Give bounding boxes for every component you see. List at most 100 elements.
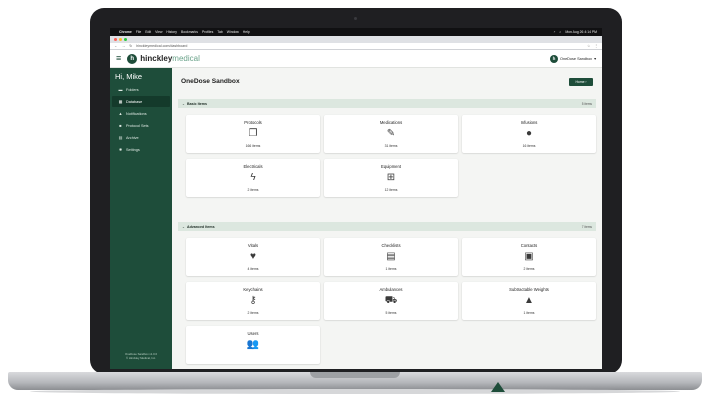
org-name: OneDose Sandbox bbox=[560, 56, 593, 61]
window-close-icon[interactable] bbox=[114, 38, 117, 41]
laptop-shadow bbox=[30, 389, 680, 394]
brand-name: hinckleymedical bbox=[140, 54, 200, 63]
section-count: 5 items bbox=[581, 101, 592, 106]
wifi-icon[interactable]: ◔ bbox=[553, 30, 555, 34]
menubar-item[interactable]: Bookmarks bbox=[181, 30, 198, 34]
card-title: Subtractable Weights bbox=[509, 287, 549, 292]
window-zoom-icon[interactable] bbox=[124, 38, 127, 41]
triangle-marker-icon bbox=[491, 382, 505, 392]
bookmark-star-icon[interactable]: ☆ bbox=[587, 44, 590, 48]
card-infusions[interactable]: Infusions ● 16 items bbox=[462, 115, 596, 153]
window-minimize-icon[interactable] bbox=[119, 38, 122, 41]
chevron-down-icon: ▾ bbox=[594, 57, 596, 61]
reload-icon[interactable]: ↻ bbox=[129, 44, 132, 48]
card-contacts[interactable]: Contacts ▣ 2 items bbox=[462, 238, 596, 276]
sidebar-item-protocol-sets[interactable]: ■ Protocol Sets bbox=[112, 120, 170, 131]
card-title: Protocols bbox=[244, 120, 262, 125]
sidebar-copyright: © Hinckley Medical, Inc. bbox=[126, 356, 156, 361]
chevron-down-icon: ⌄ bbox=[182, 224, 186, 229]
advanced-items-header[interactable]: ⌄ Advanced Items 7 items bbox=[178, 222, 596, 231]
sidebar-item-label: Folders bbox=[126, 87, 139, 92]
section-label: Basic Items bbox=[187, 101, 207, 106]
card-vitals[interactable]: Vitals ♥ 4 items bbox=[186, 238, 320, 276]
card-checklists[interactable]: Checklists ▤ 1 items bbox=[324, 238, 458, 276]
heart-icon: ♥ bbox=[250, 251, 256, 262]
card-title: Contacts bbox=[520, 243, 538, 248]
card-ambulances[interactable]: Ambulances ⛟ 5 items bbox=[324, 282, 458, 320]
card-keychains[interactable]: Keychains ⚷ 2 items bbox=[186, 282, 320, 320]
home-button[interactable]: Home › bbox=[569, 78, 593, 86]
card-title: Equipment bbox=[380, 164, 402, 169]
laptop-base-notch bbox=[310, 372, 400, 378]
card-equipment[interactable]: Equipment ⊞ 12 items bbox=[324, 159, 458, 197]
grid-icon: ■ bbox=[119, 123, 122, 128]
card-title: Checklists bbox=[381, 243, 401, 248]
users-icon: 👥 bbox=[246, 339, 260, 350]
card-electricals[interactable]: Electricals ϟ 2 items bbox=[186, 159, 320, 197]
macos-menubar: Chrome File Edit View History Bookmarks … bbox=[110, 28, 602, 36]
sidebar-item-label: Settings bbox=[126, 147, 140, 152]
card-count: 2 items bbox=[247, 311, 259, 315]
basic-items-header[interactable]: ⌄ Basic Items 5 items bbox=[178, 99, 596, 108]
card-title: Keychains bbox=[243, 287, 263, 292]
browser-menu-icon[interactable]: ⋮ bbox=[594, 44, 598, 48]
app-header: ≡ h hinckleymedical h OneDose Sandbox ▾ bbox=[110, 50, 602, 68]
key-icon: ⚷ bbox=[249, 295, 257, 306]
sidebar-greeting: Hi, Mike bbox=[115, 72, 143, 81]
card-title: Vitals bbox=[247, 243, 259, 248]
search-icon[interactable]: ⌕ bbox=[559, 30, 561, 34]
card-count: 1 items bbox=[523, 311, 535, 315]
sidebar-item-label: Protocol Sets bbox=[126, 123, 149, 128]
card-protocols[interactable]: Protocols ❐ 166 items bbox=[186, 115, 320, 153]
menubar-item[interactable]: Profiles bbox=[202, 30, 213, 34]
document-copy-icon: ❐ bbox=[248, 128, 258, 139]
menubar-item[interactable]: View bbox=[155, 30, 162, 34]
menubar-item[interactable]: File bbox=[136, 30, 141, 34]
card-medications[interactable]: Medications ✎ 31 items bbox=[324, 115, 458, 153]
drop-icon: ● bbox=[525, 128, 533, 139]
menubar-item[interactable]: Edit bbox=[145, 30, 151, 34]
main-content: OneDose Sandbox Home › ⌄ Basic Items 5 i… bbox=[172, 68, 602, 369]
menubar-item[interactable]: History bbox=[166, 30, 177, 34]
card-count: 1 items bbox=[385, 267, 397, 271]
org-switcher[interactable]: h OneDose Sandbox ▾ bbox=[550, 54, 596, 63]
menubar-item[interactable]: Help bbox=[243, 30, 250, 34]
sidebar-footer: OneDose Sandbox v1.0.0 © Hinckley Medica… bbox=[110, 352, 172, 361]
back-icon[interactable]: ← bbox=[114, 44, 118, 48]
card-subtractable-weights[interactable]: Subtractable Weights ▲ 1 items bbox=[462, 282, 596, 320]
ambulance-icon: ⛟ bbox=[384, 295, 398, 306]
gear-icon: ✹ bbox=[118, 147, 123, 152]
section-count: 7 items bbox=[581, 224, 592, 229]
sidebar-item-label: Notifications bbox=[126, 111, 147, 116]
laptop-screen: Chrome File Edit View History Bookmarks … bbox=[110, 28, 602, 369]
contact-card-icon: ▣ bbox=[524, 251, 534, 262]
sidebar: Hi, Mike ▬ Folders ▦ Database ▲ Notifica… bbox=[110, 68, 172, 369]
hamburger-menu-icon[interactable]: ≡ bbox=[116, 54, 121, 63]
card-count: 4 items bbox=[247, 267, 259, 271]
org-avatar: h bbox=[550, 54, 558, 63]
menubar-item[interactable]: Tab bbox=[217, 30, 222, 34]
folder-icon: ▬ bbox=[118, 87, 123, 92]
sidebar-item-settings[interactable]: ✹ Settings bbox=[112, 144, 170, 155]
forward-icon[interactable]: → bbox=[122, 44, 126, 48]
database-icon: ▦ bbox=[118, 99, 123, 104]
card-title: Infusions bbox=[520, 120, 538, 125]
lightning-icon: ϟ bbox=[250, 172, 256, 183]
menubar-clock[interactable]: Mon Aug 26 4:14 PM bbox=[565, 30, 597, 34]
menubar-item[interactable]: Window bbox=[227, 30, 239, 34]
url-field[interactable]: hinckleymedical.com/dashboard bbox=[136, 44, 583, 48]
card-title: Ambulances bbox=[379, 287, 403, 292]
hinckley-logo-icon: h bbox=[127, 53, 138, 64]
menubar-item-app[interactable]: Chrome bbox=[119, 30, 132, 34]
card-users[interactable]: Users 👥 bbox=[186, 326, 320, 364]
sidebar-item-folders[interactable]: ▬ Folders bbox=[112, 84, 170, 95]
sidebar-item-database[interactable]: ▦ Database bbox=[112, 96, 170, 107]
syringe-icon: ✎ bbox=[386, 128, 396, 139]
sidebar-item-archive[interactable]: ▤ Archive bbox=[112, 132, 170, 143]
sidebar-item-notifications[interactable]: ▲ Notifications bbox=[112, 108, 170, 119]
checklist-icon: ▤ bbox=[386, 251, 396, 262]
card-count: 166 items bbox=[245, 144, 261, 148]
section-label: Advanced Items bbox=[187, 224, 215, 229]
browser-tab-bar bbox=[110, 36, 602, 43]
brand-main: hinckley bbox=[140, 54, 173, 63]
